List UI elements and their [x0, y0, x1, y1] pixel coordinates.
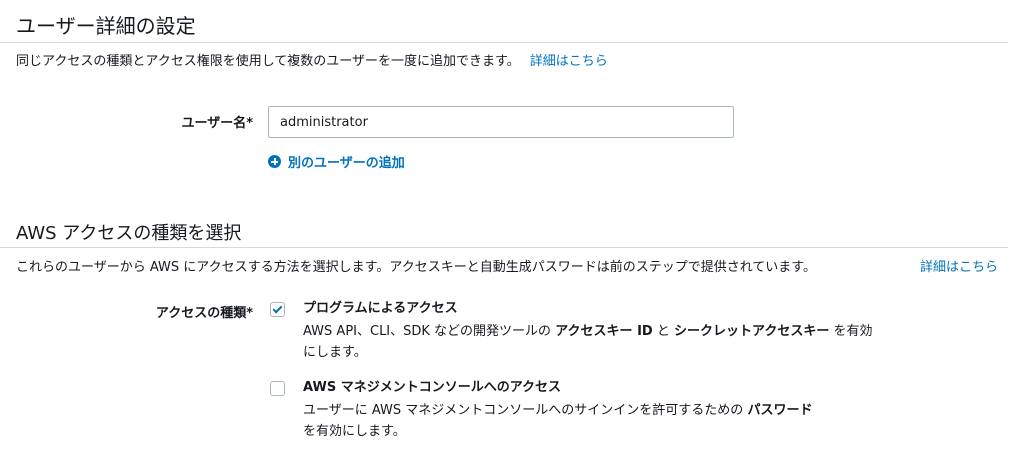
add-another-user-link[interactable]: 別のユーザーの追加: [268, 152, 405, 171]
plus-circle-icon: [268, 155, 281, 168]
user-details-title: ユーザー詳細の設定: [16, 14, 196, 38]
learn-more-link[interactable]: 詳細はこちら: [920, 256, 998, 275]
option-description: ユーザーに AWS マネジメントコンソールへのサインインを許可するための パスワ…: [303, 400, 873, 442]
option-desc-bold: パスワード: [747, 403, 813, 418]
option-title: プログラムによるアクセス: [303, 301, 458, 316]
learn-more-link[interactable]: 詳細はこちら: [530, 54, 608, 69]
checkmark-icon: [272, 303, 283, 314]
programmatic-access-option: プログラムによるアクセス AWS API、CLI、SDK などの開発ツールの ア…: [303, 300, 873, 363]
console-access-checkbox[interactable]: [270, 381, 285, 396]
option-desc-text: と: [652, 324, 674, 339]
console-access-option: AWS マネジメントコンソールへのアクセス ユーザーに AWS マネジメントコン…: [303, 379, 873, 442]
username-label: ユーザー名*: [181, 116, 253, 131]
option-desc-text: AWS API、CLI、SDK などの開発ツールの: [303, 324, 556, 339]
option-desc-text: ユーザーに AWS マネジメントコンソールへのサインインを許可するための: [303, 403, 748, 418]
access-type-label: アクセスの種類*: [155, 306, 253, 321]
option-description: AWS API、CLI、SDK などの開発ツールの アクセスキー ID と シー…: [303, 321, 873, 363]
option-desc-text: を有効にします。: [303, 424, 406, 439]
user-details-description: 同じアクセスの種類とアクセス権限を使用して複数のユーザーを一度に追加できます。詳…: [16, 50, 608, 69]
programmatic-access-checkbox[interactable]: [270, 302, 285, 317]
username-input[interactable]: [268, 106, 734, 138]
aws-access-title: AWS アクセスの種類を選択: [16, 223, 242, 244]
divider: [0, 247, 1008, 248]
aws-access-description: これらのユーザーから AWS にアクセスする方法を選択します。アクセスキーと自動…: [16, 260, 817, 275]
description-text: 同じアクセスの種類とアクセス権限を使用して複数のユーザーを一度に追加できます。: [16, 54, 520, 69]
option-title: AWS マネジメントコンソールへのアクセス: [303, 380, 562, 395]
option-desc-bold: アクセスキー ID: [555, 324, 653, 339]
add-user-label: 別のユーザーの追加: [288, 156, 405, 171]
option-desc-bold: シークレットアクセスキー: [673, 324, 830, 339]
divider: [0, 42, 1008, 43]
